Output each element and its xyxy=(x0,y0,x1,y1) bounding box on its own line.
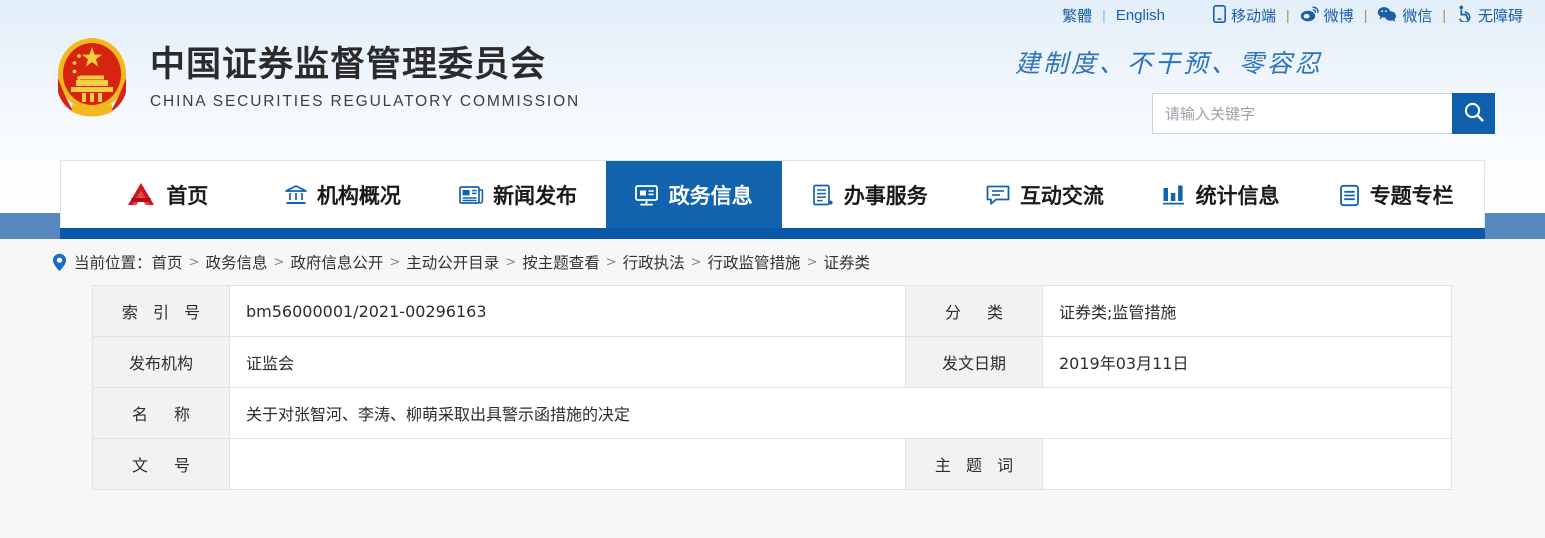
document-meta-table: 索 引 号 bm56000001/2021-00296163 分 类 证券类;监… xyxy=(92,285,1452,490)
meta-value-doc-number xyxy=(229,438,906,490)
wechat-icon xyxy=(1377,6,1397,25)
meta-value-subject-words xyxy=(1042,438,1452,490)
news-icon xyxy=(459,184,484,206)
nav-item-news[interactable]: 新闻发布 xyxy=(430,161,606,229)
nav-item-statistics[interactable]: 统计信息 xyxy=(1133,161,1309,229)
meta-label-category: 分 类 xyxy=(905,285,1043,337)
nav-label-home: 首页 xyxy=(166,184,209,208)
wechat-link[interactable]: 微信 xyxy=(1377,5,1432,26)
nav-label-interaction: 互动交流 xyxy=(1019,184,1104,208)
meta-label-name: 名 称 xyxy=(92,387,230,439)
breadcrumb-sep-1: > xyxy=(273,254,285,270)
nav-item-home[interactable]: 首页 xyxy=(79,161,255,229)
breadcrumb: 当前位置： 首页 > 政务信息 > 政府信息公开 > 主动公开目录 > 按主题查… xyxy=(0,239,1545,285)
home-logo-icon xyxy=(125,181,157,209)
nav-list: 首页 机构概况 新闻发布 政务信息 办事服务 互动交流 统计信息 专题专栏 xyxy=(61,161,1484,229)
utility-topbar: 繁體 | English 移动端 | 微博 | 微信 | 无障碍 xyxy=(0,0,1545,30)
topbar-separator-3: | xyxy=(1363,7,1368,23)
table-row: 文 号 主 题 词 xyxy=(92,438,1452,490)
search-button[interactable] xyxy=(1452,93,1495,134)
site-slogan: 建制度、不干预、零容忍 xyxy=(1014,49,1323,78)
brand-block[interactable]: 中国证券监督管理委员会 CHINA SECURITIES REGULATORY … xyxy=(52,32,580,120)
meta-value-index: bm56000001/2021-00296163 xyxy=(229,285,906,337)
accessibility-link[interactable]: 无障碍 xyxy=(1456,5,1523,26)
search-icon xyxy=(1463,101,1485,126)
nav-label-topics: 专题专栏 xyxy=(1369,184,1454,208)
interaction-icon xyxy=(986,184,1011,206)
weibo-icon xyxy=(1300,5,1319,25)
nav-item-government-affairs[interactable]: 政务信息 xyxy=(605,161,782,229)
breadcrumb-item-2[interactable]: 政府信息公开 xyxy=(290,251,383,273)
meta-label-issue-date: 发文日期 xyxy=(905,336,1043,388)
meta-value-category: 证券类;监管措施 xyxy=(1042,285,1452,337)
main-navigation: 首页 机构概况 新闻发布 政务信息 办事服务 互动交流 统计信息 专题专栏 xyxy=(60,160,1485,239)
topics-icon xyxy=(1339,184,1361,207)
english-link[interactable]: English xyxy=(1116,7,1165,24)
breadcrumb-item-4[interactable]: 按主题查看 xyxy=(522,251,600,273)
nav-label-news: 新闻发布 xyxy=(493,184,578,208)
site-title-en: CHINA SECURITIES REGULATORY COMMISSION xyxy=(150,92,581,110)
breadcrumb-sep-0: > xyxy=(188,254,200,270)
nav-item-topics[interactable]: 专题专栏 xyxy=(1308,161,1484,229)
topbar-separator-4: | xyxy=(1442,7,1446,23)
national-emblem-icon xyxy=(52,32,132,120)
nav-label-statistics: 统计信息 xyxy=(1195,184,1280,208)
breadcrumb-item-6[interactable]: 行政监管措施 xyxy=(708,251,801,273)
breadcrumb-sep-3: > xyxy=(505,254,517,270)
traditional-chinese-link[interactable]: 繁體 xyxy=(1062,5,1092,26)
meta-value-issue-date: 2019年03月11日 xyxy=(1042,336,1452,388)
breadcrumb-item-7[interactable]: 证券类 xyxy=(823,251,870,273)
breadcrumb-sep-2: > xyxy=(389,254,401,270)
location-pin-icon xyxy=(52,253,67,272)
nav-label-institution: 机构概况 xyxy=(316,184,401,208)
wechat-label: 微信 xyxy=(1402,7,1433,25)
search-box xyxy=(1152,93,1495,134)
statistics-icon xyxy=(1162,184,1187,206)
search-input[interactable] xyxy=(1152,93,1452,134)
nav-label-services: 办事服务 xyxy=(843,184,928,208)
nav-item-interaction[interactable]: 互动交流 xyxy=(957,161,1133,229)
breadcrumb-sep-6: > xyxy=(806,254,818,270)
topbar-separator-2: | xyxy=(1286,7,1290,23)
services-icon xyxy=(811,184,835,207)
brand-text: 中国证券监督管理委员会 CHINA SECURITIES REGULATORY … xyxy=(150,41,580,110)
breadcrumb-item-0[interactable]: 首页 xyxy=(152,251,183,273)
site-title-cn: 中国证券监督管理委员会 xyxy=(150,45,547,86)
breadcrumb-item-5[interactable]: 行政执法 xyxy=(623,251,685,273)
breadcrumb-prefix: 当前位置： xyxy=(74,254,152,272)
weibo-label: 微博 xyxy=(1323,7,1354,25)
nav-item-services[interactable]: 办事服务 xyxy=(782,161,958,229)
mobile-label: 移动端 xyxy=(1231,7,1277,25)
breadcrumb-sep-4: > xyxy=(605,254,617,270)
main-navigation-band: 首页 机构概况 新闻发布 政务信息 办事服务 互动交流 统计信息 专题专栏 xyxy=(0,160,1545,239)
meta-label-doc-number: 文 号 xyxy=(92,438,230,490)
breadcrumb-item-3[interactable]: 主动公开目录 xyxy=(406,251,499,273)
accessibility-label: 无障碍 xyxy=(1477,7,1523,25)
meta-label-issuer: 发布机构 xyxy=(92,336,230,388)
government-affairs-icon xyxy=(634,184,660,207)
table-row: 发布机构 证监会 发文日期 2019年03月11日 xyxy=(92,336,1452,388)
mobile-icon xyxy=(1213,4,1227,26)
table-row: 索 引 号 bm56000001/2021-00296163 分 类 证券类;监… xyxy=(92,285,1452,337)
meta-label-subject-words: 主 题 词 xyxy=(905,438,1043,490)
topbar-separator: | xyxy=(1102,7,1106,23)
institution-icon xyxy=(284,183,308,207)
meta-value-name: 关于对张智河、李涛、柳萌采取出具警示函措施的决定 xyxy=(229,387,1452,439)
document-meta-wrap: 索 引 号 bm56000001/2021-00296163 分 类 证券类;监… xyxy=(0,285,1545,490)
nav-item-institution[interactable]: 机构概况 xyxy=(255,161,431,229)
breadcrumb-item-1[interactable]: 政务信息 xyxy=(205,251,267,273)
meta-label-index: 索 引 号 xyxy=(92,285,230,337)
breadcrumb-sep-5: > xyxy=(690,254,702,270)
mobile-link[interactable]: 移动端 xyxy=(1213,4,1277,26)
meta-value-issuer: 证监会 xyxy=(229,336,906,388)
weibo-link[interactable]: 微博 xyxy=(1300,5,1354,26)
site-header: 繁體 | English 移动端 | 微博 | 微信 | 无障碍 中国证券监督管… xyxy=(0,0,1545,160)
accessibility-icon xyxy=(1456,5,1473,25)
table-row: 名 称 关于对张智河、李涛、柳萌采取出具警示函措施的决定 xyxy=(92,387,1452,439)
nav-label-government-affairs: 政务信息 xyxy=(668,184,753,208)
